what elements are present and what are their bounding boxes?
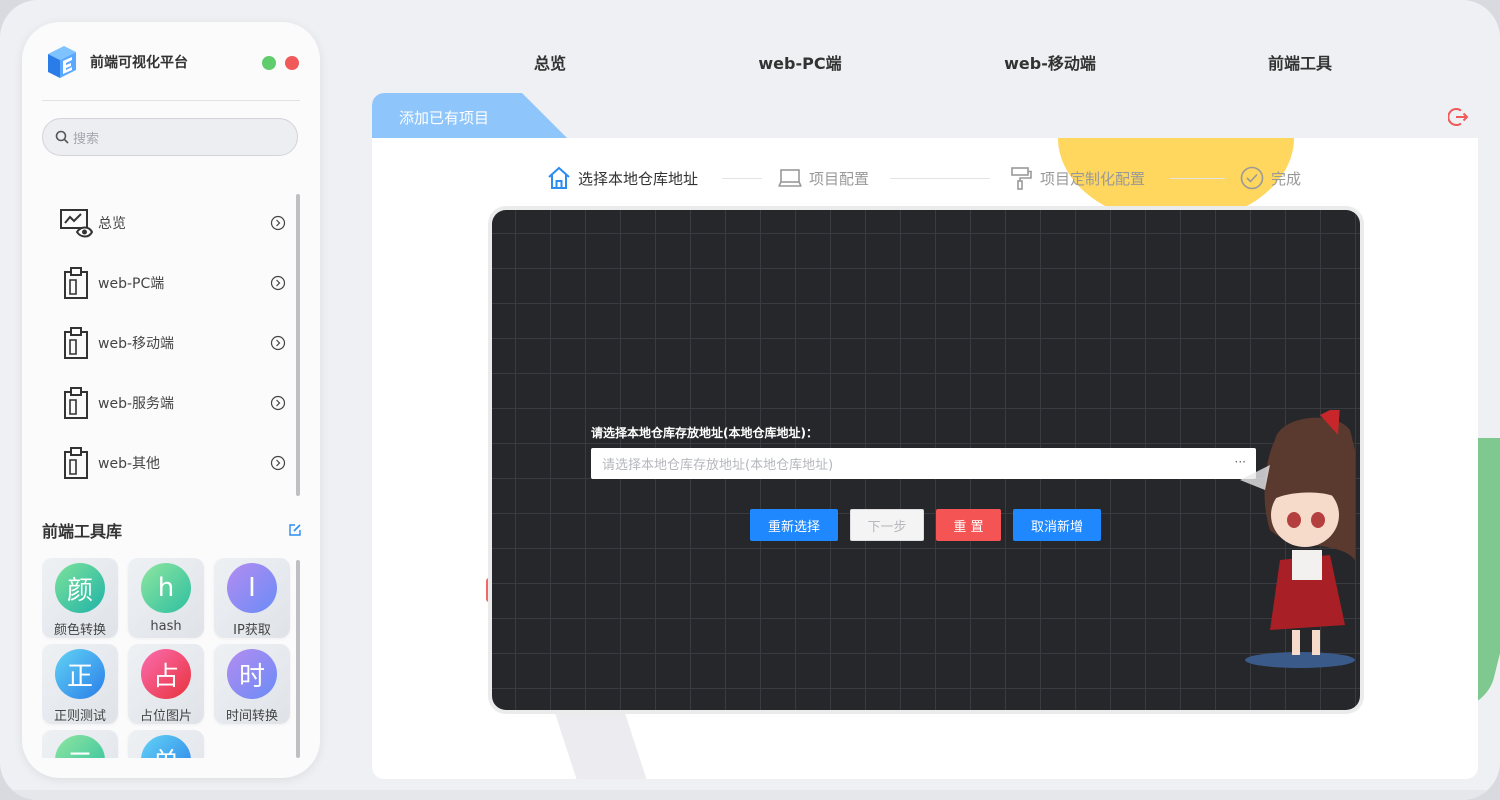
tool-badge: h xyxy=(141,563,191,613)
sidebar: 前端可视化平台 搜索 总览 web-PC端 web-移动端 web-服务端 we… xyxy=(22,22,320,778)
brand-logo-icon xyxy=(48,46,76,78)
tool-badge: 正 xyxy=(55,649,105,699)
sidebar-item-label: web-服务端 xyxy=(98,396,175,412)
tools-grid: 颜颜色转换hhashIIP获取正正则测试占占位图片时时间转换二单 xyxy=(42,558,292,758)
tool-label: 正则测试 xyxy=(53,709,106,724)
chevron-right-icon xyxy=(270,395,286,411)
search-input[interactable]: 搜索 xyxy=(42,118,298,156)
topnav-overview[interactable]: 总览 xyxy=(534,50,566,74)
clipboard-icon xyxy=(56,323,96,363)
dashboard-eye-icon xyxy=(56,203,96,243)
window-maximize-dot[interactable] xyxy=(262,56,276,70)
tool-badge: 二 xyxy=(55,735,105,758)
topnav-frontend-tools[interactable]: 前端工具 xyxy=(1268,50,1332,74)
laptop-icon xyxy=(777,165,803,191)
tool-badge: 时 xyxy=(227,649,277,699)
sidebar-item-label: web-PC端 xyxy=(98,276,165,292)
topnav-web-pc[interactable]: web-PC端 xyxy=(758,50,841,74)
mascot-illustration xyxy=(1240,410,1355,668)
window-bottom-strip xyxy=(0,790,1500,800)
search-icon xyxy=(55,130,69,144)
tool-label: 占位图片 xyxy=(139,709,192,724)
tool-label: 颜色转换 xyxy=(53,623,106,638)
home-icon xyxy=(546,165,572,191)
tool-tile[interactable]: I IP获取 xyxy=(214,558,290,638)
step-custom-config: 项目定制化配置 xyxy=(1008,163,1145,193)
tool-label: 时间转换 xyxy=(225,709,278,724)
sidebar-item-label: web-移动端 xyxy=(98,336,175,352)
sidebar-item-overview[interactable]: 总览 xyxy=(42,201,292,245)
tool-label: hash xyxy=(150,619,182,634)
repo-select-stage: 请选择本地仓库存放地址(本地仓库地址)： 请选择本地仓库存放地址(本地仓库地址)… xyxy=(492,210,1360,710)
app-window: 总览 web-PC端 web-移动端 前端工具 添加已有项目 选择本地仓库地址 … xyxy=(0,0,1500,800)
sidebar-item-web-pc[interactable]: web-PC端 xyxy=(42,261,292,305)
repo-path-placeholder: 请选择本地仓库存放地址(本地仓库地址) xyxy=(602,458,834,473)
nav-scrollbar[interactable] xyxy=(296,194,300,496)
tools-scrollbar[interactable] xyxy=(296,560,300,758)
cancel-add-button[interactable]: 取消新增 xyxy=(1013,509,1101,541)
tool-tile[interactable]: 单 xyxy=(128,730,204,758)
step-label: 项目定制化配置 xyxy=(1040,169,1146,188)
chevron-right-icon xyxy=(270,335,286,351)
step-connector xyxy=(1170,178,1225,179)
tool-badge: 单 xyxy=(141,735,191,758)
tab-label: 添加已有项目 xyxy=(399,109,490,127)
brand: 前端可视化平台 xyxy=(42,42,188,82)
step-connector xyxy=(890,178,990,179)
step-project-config: 项目配置 xyxy=(777,163,869,193)
steps-bar: 选择本地仓库地址 项目配置 项目定制化配置 完成 xyxy=(546,163,1326,195)
next-step-button[interactable]: 下一步 xyxy=(850,509,924,541)
sidebar-item-label: 总览 xyxy=(98,216,126,232)
sidebar-item-web-server[interactable]: web-服务端 xyxy=(42,381,292,425)
chevron-right-icon xyxy=(270,455,286,471)
clipboard-icon xyxy=(56,383,96,423)
tool-badge: 颜 xyxy=(55,563,105,613)
divider xyxy=(42,100,300,101)
logout-icon[interactable] xyxy=(1447,106,1470,128)
tool-tile[interactable]: 正正则测试 xyxy=(42,644,118,724)
clipboard-icon xyxy=(56,443,96,483)
tool-label: IP获取 xyxy=(233,623,271,638)
chevron-right-icon xyxy=(270,275,286,291)
step-done: 完成 xyxy=(1239,163,1301,193)
tool-tile[interactable]: 占占位图片 xyxy=(128,644,204,724)
chevron-right-icon xyxy=(270,215,286,231)
tool-tile[interactable]: 时时间转换 xyxy=(214,644,290,724)
sidebar-item-label: web-其他 xyxy=(98,456,161,472)
step-connector xyxy=(722,178,762,179)
brand-title: 前端可视化平台 xyxy=(90,55,188,71)
search-placeholder: 搜索 xyxy=(73,131,100,147)
step-label: 项目配置 xyxy=(809,169,870,188)
repo-path-label: 请选择本地仓库存放地址(本地仓库地址)： xyxy=(591,426,818,440)
tool-tile[interactable]: 颜颜色转换 xyxy=(42,558,118,638)
topnav-web-mobile[interactable]: web-移动端 xyxy=(1004,50,1096,74)
sidebar-nav: 总览 web-PC端 web-移动端 web-服务端 web-其他 xyxy=(42,192,292,497)
tool-tile[interactable]: h hash xyxy=(128,558,204,638)
reset-button[interactable]: 重 置 xyxy=(936,509,1001,541)
tool-badge: I xyxy=(227,563,277,613)
window-close-dot[interactable] xyxy=(285,56,299,70)
sidebar-item-web-mobile[interactable]: web-移动端 xyxy=(42,321,292,365)
clipboard-icon xyxy=(56,263,96,303)
check-circle-icon xyxy=(1239,165,1265,191)
paint-roller-icon xyxy=(1008,165,1034,191)
tool-badge: 占 xyxy=(141,649,191,699)
reselect-button[interactable]: 重新选择 xyxy=(750,509,838,541)
tools-section-title: 前端工具库 xyxy=(42,522,123,541)
tool-tile[interactable]: 二 xyxy=(42,730,118,758)
step-label: 完成 xyxy=(1271,169,1302,188)
step-select-repo: 选择本地仓库地址 xyxy=(546,163,698,193)
step-label: 选择本地仓库地址 xyxy=(578,169,699,188)
edit-icon[interactable] xyxy=(288,522,302,536)
repo-path-input[interactable]: 请选择本地仓库存放地址(本地仓库地址) ··· xyxy=(591,448,1256,479)
sidebar-item-web-other[interactable]: web-其他 xyxy=(42,441,292,485)
